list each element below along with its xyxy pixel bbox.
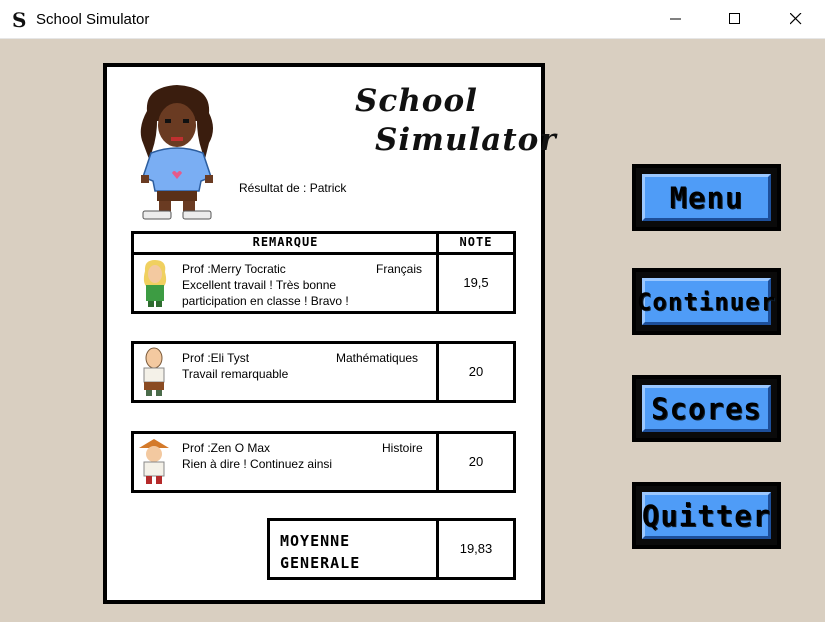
subject-name: Mathématiques bbox=[336, 351, 419, 365]
bald-teacher-icon bbox=[143, 347, 165, 396]
maximize-icon bbox=[729, 13, 740, 24]
teacher-name: Prof :Merry Tocratic bbox=[182, 262, 286, 276]
logo-school: School bbox=[355, 83, 478, 119]
grade-cell: 20 bbox=[436, 341, 516, 403]
teacher-comment: Travail remarquable bbox=[182, 367, 289, 381]
grade-cell: 20 bbox=[436, 431, 516, 493]
menu-button-label: Menu bbox=[669, 180, 744, 215]
continue-button-label: Continuer bbox=[636, 287, 777, 316]
average-label-cell: MOYENNE GENERALE bbox=[267, 518, 440, 580]
minimize-button[interactable] bbox=[647, 0, 705, 38]
window-title-bar: S School Simulator bbox=[0, 0, 825, 39]
app-icon: S bbox=[12, 8, 27, 32]
grade-cell: 19,5 bbox=[436, 252, 516, 314]
minimize-icon bbox=[670, 18, 681, 20]
logo-simulator: Simulator bbox=[375, 122, 557, 158]
menu-button[interactable]: Menu bbox=[632, 164, 781, 231]
table-row: Prof :Merry Tocratic Français Excellent … bbox=[131, 252, 440, 314]
quit-button[interactable]: Quitter bbox=[632, 482, 781, 549]
table-row: Prof :Zen O Max Histoire Rien à dire ! C… bbox=[131, 431, 440, 493]
subject-name: Français bbox=[376, 262, 423, 276]
close-icon bbox=[790, 13, 802, 25]
report-card: School Simulator Résultat de : Patrick R… bbox=[103, 63, 556, 604]
grade-value: 20 bbox=[468, 364, 484, 379]
hat-teacher-icon bbox=[139, 439, 169, 484]
continue-button[interactable]: Continuer bbox=[632, 268, 781, 335]
student-avatar-icon bbox=[140, 85, 213, 220]
subject-name: Histoire bbox=[382, 441, 423, 455]
scores-button-label: Scores bbox=[651, 391, 762, 426]
teacher-name: Prof :Eli Tyst bbox=[182, 351, 250, 365]
average-label: MOYENNE GENERALE bbox=[280, 532, 361, 572]
close-button[interactable] bbox=[767, 0, 825, 38]
quit-button-label: Quitter bbox=[641, 498, 772, 533]
teacher-name: Prof :Zen O Max bbox=[182, 441, 271, 455]
maximize-button[interactable] bbox=[706, 0, 764, 38]
average-value: 19,83 bbox=[459, 541, 493, 556]
grade-value: 20 bbox=[468, 454, 484, 469]
teacher-comment-line2: participation en classe ! Bravo ! bbox=[182, 294, 349, 308]
teacher-comment: Excellent travail ! Très bonne bbox=[182, 278, 337, 292]
average-value-cell: 19,83 bbox=[436, 518, 516, 580]
table-row: Prof :Eli Tyst Mathématiques Travail rem… bbox=[131, 341, 440, 403]
result-label: Résultat de : Patrick bbox=[239, 181, 347, 195]
blonde-teacher-icon bbox=[143, 260, 167, 307]
grade-value: 19,5 bbox=[463, 275, 489, 290]
teacher-comment: Rien à dire ! Continuez ainsi bbox=[182, 457, 333, 471]
window-title: School Simulator bbox=[36, 11, 150, 28]
scores-button[interactable]: Scores bbox=[632, 375, 781, 442]
